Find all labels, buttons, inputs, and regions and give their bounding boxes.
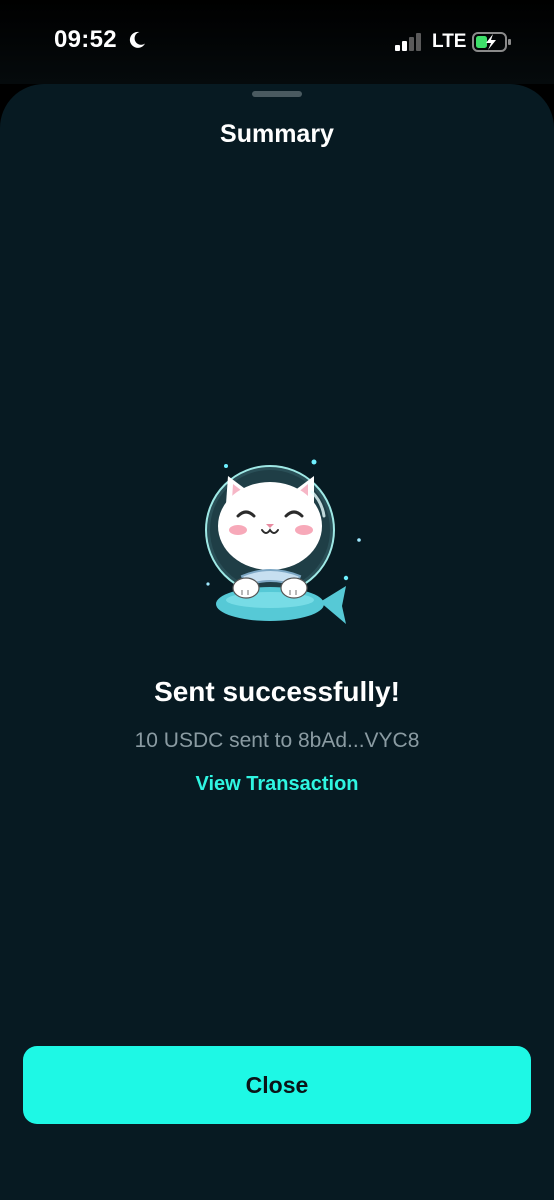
success-title: Sent successfully!: [154, 676, 400, 707]
transfer-summary: 10 USDC sent to 8bAd...VYC8: [134, 729, 420, 752]
close-button[interactable]: Close: [23, 1046, 531, 1124]
battery-charging-icon: [472, 32, 511, 52]
astronaut-cat-illustration: [205, 459, 361, 624]
summary-sheet: Summary Sent successfully! 10 USDC sent …: [0, 84, 554, 1200]
view-transaction-link[interactable]: View Transaction: [0, 773, 554, 796]
network-label: LTE: [432, 31, 467, 52]
signal-icon: [395, 33, 421, 51]
status-time: 09:52: [54, 26, 117, 53]
sheet-grabber-handle[interactable]: [252, 91, 302, 97]
moon-icon: [129, 31, 145, 48]
status-bar: 09:52 LTE: [0, 0, 554, 84]
sheet-title: Summary: [220, 120, 334, 148]
